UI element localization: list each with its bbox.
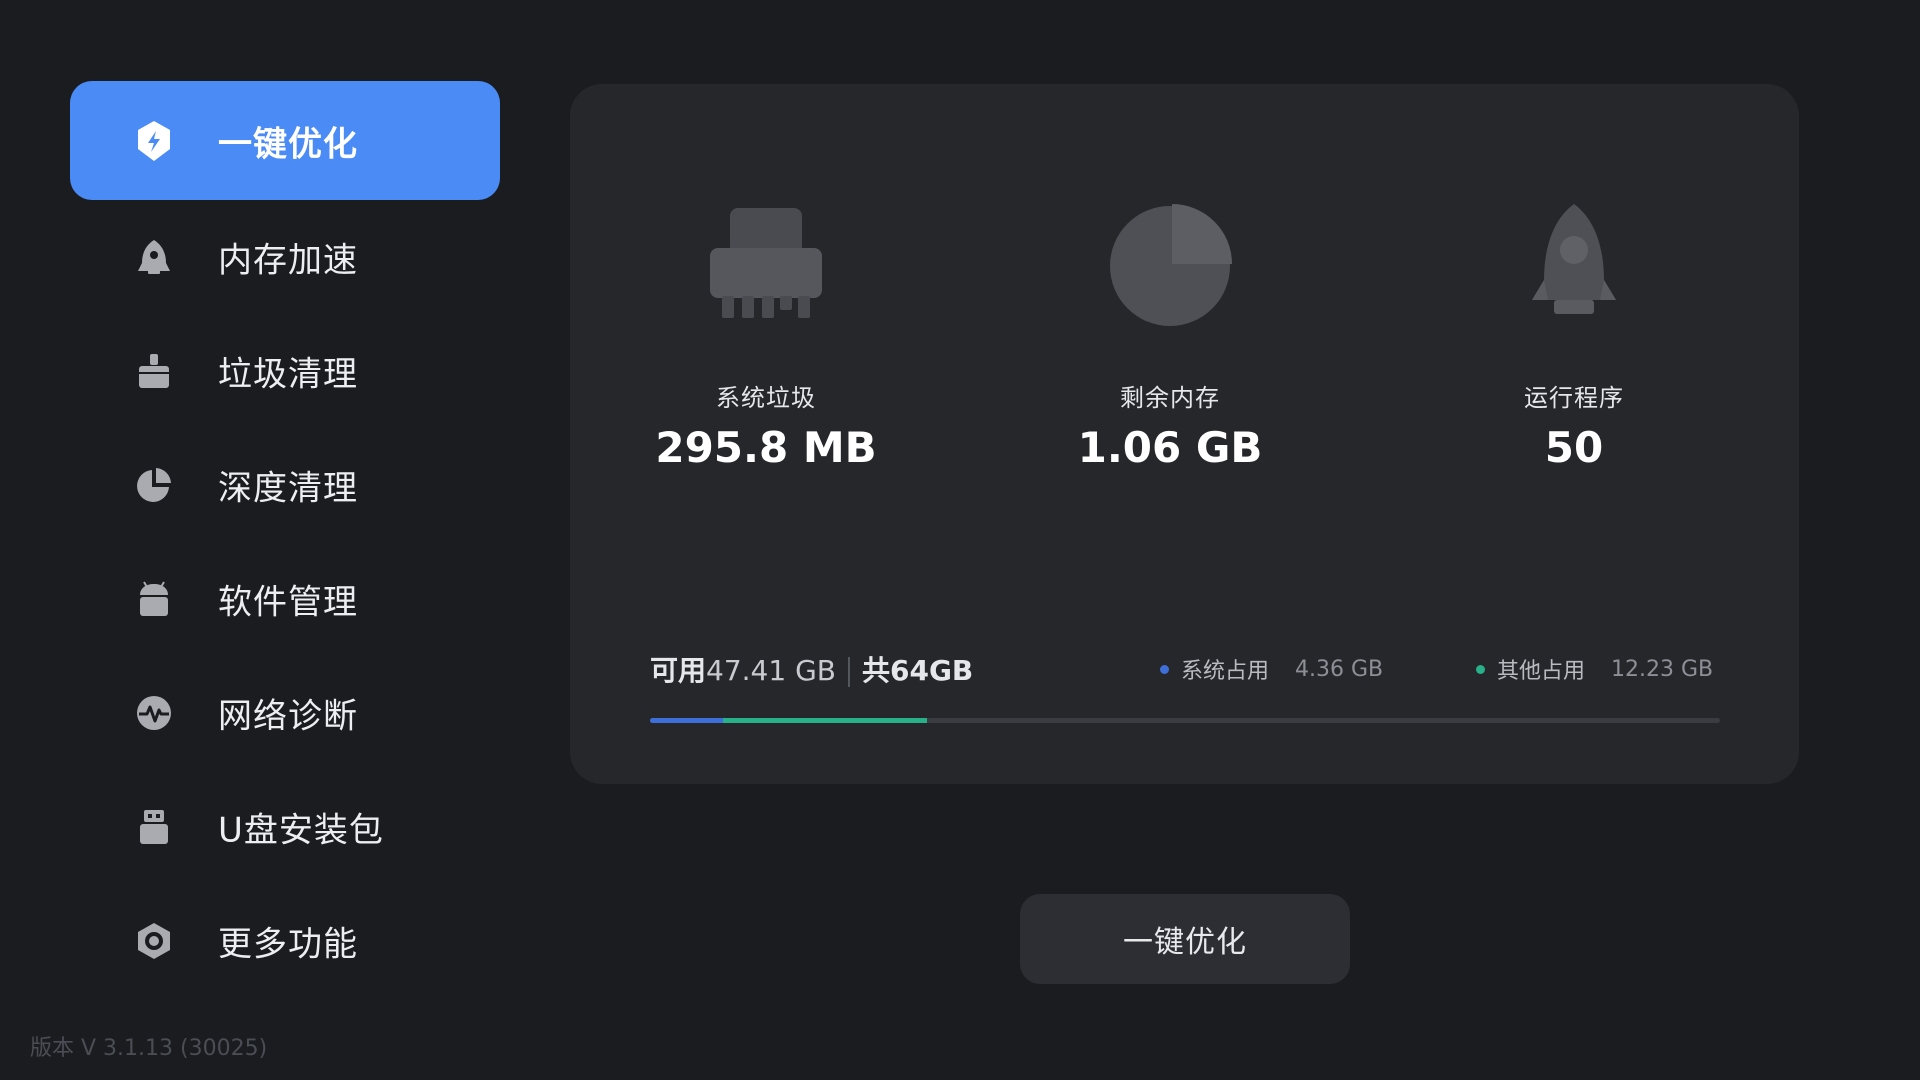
total-storage: 共64GB bbox=[861, 654, 974, 687]
version-label: 版本 V 3.1.13 (30025) bbox=[30, 1036, 268, 1061]
legend-system-usage: 系统占用 4.36 GB bbox=[1160, 653, 1383, 685]
sidebar-item-junk-clean[interactable]: 垃圾清理 bbox=[70, 314, 500, 428]
stat-value: 1.06 GB bbox=[1077, 423, 1263, 472]
overview-card: 系统垃圾 295.8 MB 剩余内存 1.06 GB 运行程序 50 可用47.… bbox=[570, 84, 1799, 784]
divider bbox=[847, 657, 850, 687]
sidebar-item-usb-package[interactable]: U盘安装包 bbox=[70, 770, 500, 884]
sidebar: 一键优化 内存加速 垃圾清理 深度清理 软件管理 网络诊断 U盘安装包 更多功能 bbox=[70, 81, 500, 998]
legend-name: 系统占用 bbox=[1181, 659, 1270, 684]
sidebar-item-more-features[interactable]: 更多功能 bbox=[70, 884, 500, 998]
sidebar-item-label: 更多功能 bbox=[218, 924, 358, 965]
pie-chart-icon bbox=[132, 463, 176, 507]
stat-running-programs: 运行程序 50 bbox=[1424, 194, 1724, 472]
available-label: 可用 bbox=[650, 654, 707, 687]
sidebar-item-one-click-optimize[interactable]: 一键优化 bbox=[70, 81, 500, 200]
pulse-icon bbox=[132, 691, 176, 735]
sidebar-item-network-diagnose[interactable]: 网络诊断 bbox=[70, 656, 500, 770]
shield-bolt-icon bbox=[132, 119, 176, 163]
stat-value: 295.8 MB bbox=[655, 423, 877, 472]
sidebar-item-label: 内存加速 bbox=[218, 240, 358, 281]
sidebar-item-deep-clean[interactable]: 深度清理 bbox=[70, 428, 500, 542]
sidebar-item-label: 一键优化 bbox=[218, 124, 358, 164]
stat-label: 运行程序 bbox=[1524, 384, 1624, 412]
sidebar-item-software-manage[interactable]: 软件管理 bbox=[70, 542, 500, 656]
rocket-icon bbox=[1504, 194, 1644, 334]
storage-usage-bar bbox=[650, 718, 1720, 723]
usb-icon bbox=[132, 805, 176, 849]
legend-value: 12.23 GB bbox=[1611, 656, 1714, 682]
shredder-icon bbox=[696, 194, 836, 334]
sidebar-item-label: U盘安装包 bbox=[218, 810, 384, 851]
sidebar-item-memory-boost[interactable]: 内存加速 bbox=[70, 200, 500, 314]
stat-label: 剩余内存 bbox=[1120, 384, 1220, 412]
legend-value: 4.36 GB bbox=[1295, 656, 1384, 682]
sidebar-item-label: 垃圾清理 bbox=[218, 354, 358, 395]
legend-dot bbox=[1476, 664, 1485, 674]
legend-dot bbox=[1160, 664, 1169, 674]
pie-chart-icon bbox=[1100, 194, 1240, 334]
app-window: 一键优化 内存加速 垃圾清理 深度清理 软件管理 网络诊断 U盘安装包 更多功能… bbox=[0, 0, 1920, 1080]
storage-bar-other-segment bbox=[722, 718, 928, 723]
stat-free-memory: 剩余内存 1.06 GB bbox=[1020, 194, 1320, 472]
rocket-icon bbox=[132, 235, 176, 279]
sidebar-item-label: 软件管理 bbox=[218, 582, 358, 623]
stat-value: 50 bbox=[1544, 423, 1604, 472]
available-value: 47.41 GB bbox=[706, 654, 836, 687]
android-icon bbox=[132, 577, 176, 621]
stat-system-junk: 系统垃圾 295.8 MB bbox=[616, 194, 916, 472]
storage-available: 可用47.41 GB 共64GB bbox=[650, 649, 973, 689]
sidebar-item-label: 深度清理 bbox=[218, 468, 358, 509]
hexagon-gear-icon bbox=[132, 919, 176, 963]
stat-label: 系统垃圾 bbox=[716, 384, 816, 412]
legend-name: 其他占用 bbox=[1497, 659, 1586, 684]
legend-other-usage: 其他占用 12.23 GB bbox=[1476, 653, 1713, 685]
one-click-optimize-button[interactable]: 一键优化 bbox=[1020, 894, 1350, 984]
broom-icon bbox=[132, 349, 176, 393]
storage-bar-system-segment bbox=[650, 718, 723, 723]
sidebar-item-label: 网络诊断 bbox=[218, 696, 358, 737]
storage-summary: 可用47.41 GB 共64GB 系统占用 4.36 GB 其他占用 12.23 … bbox=[650, 649, 1720, 689]
